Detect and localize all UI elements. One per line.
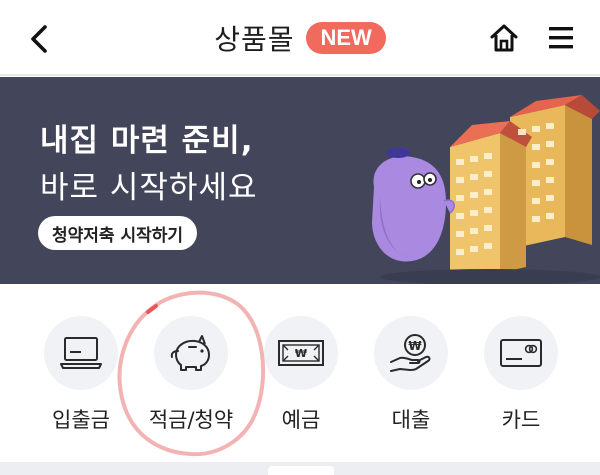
product-item-deposit[interactable]: ₩ 예금 [246,316,356,434]
svg-text:₩: ₩ [295,347,307,360]
product-label: 적금/청약 [148,408,234,432]
new-badge: NEW [306,22,386,54]
hand-won-coin-icon: ₩ [390,334,431,372]
product-label: 카드 [501,408,541,432]
home-icon [490,24,518,52]
piggy-bank-icon [170,335,210,371]
product-item-deposit-withdrawal[interactable]: 입출금 [26,316,136,434]
product-item-savings-subscription[interactable]: 적금/청약 [136,316,246,434]
product-label: 입출금 [52,408,110,432]
won-banknote-icon: ₩ [278,340,324,366]
start-savings-button[interactable]: 청약저축 시작하기 [38,216,198,250]
laptop-icon [60,337,102,369]
product-category-menu: 입출금 적금/청약 ₩ 예금 ₩ 대출 카드 [0,284,600,464]
product-icon-circle [154,316,228,390]
menu-button[interactable] [548,25,574,51]
product-label: 예금 [281,408,321,432]
product-item-card[interactable]: 카드 [466,316,576,434]
app-header: 상품몰 NEW [0,0,600,76]
credit-card-icon [500,339,542,367]
product-label: 대출 [391,408,431,432]
product-icon-circle [484,316,558,390]
character-apartment-illustration [372,95,600,284]
hamburger-menu-icon [549,27,573,49]
bottom-tab-handle[interactable] [268,466,334,475]
svg-text:₩: ₩ [408,339,422,353]
promo-banner[interactable]: 내집 마련 준비, 바로 시작하세요 청약저축 시작하기 [0,77,600,284]
product-icon-circle: ₩ [264,316,338,390]
page-title: 상품몰 [214,23,295,56]
product-icon-circle: ₩ [374,316,448,390]
product-item-loan[interactable]: ₩ 대출 [356,316,466,434]
product-icon-circle [44,316,118,390]
home-button[interactable] [488,22,520,54]
banner-headline: 내집 마련 준비, [40,123,254,159]
banner-subline: 바로 시작하세요 [40,170,258,206]
